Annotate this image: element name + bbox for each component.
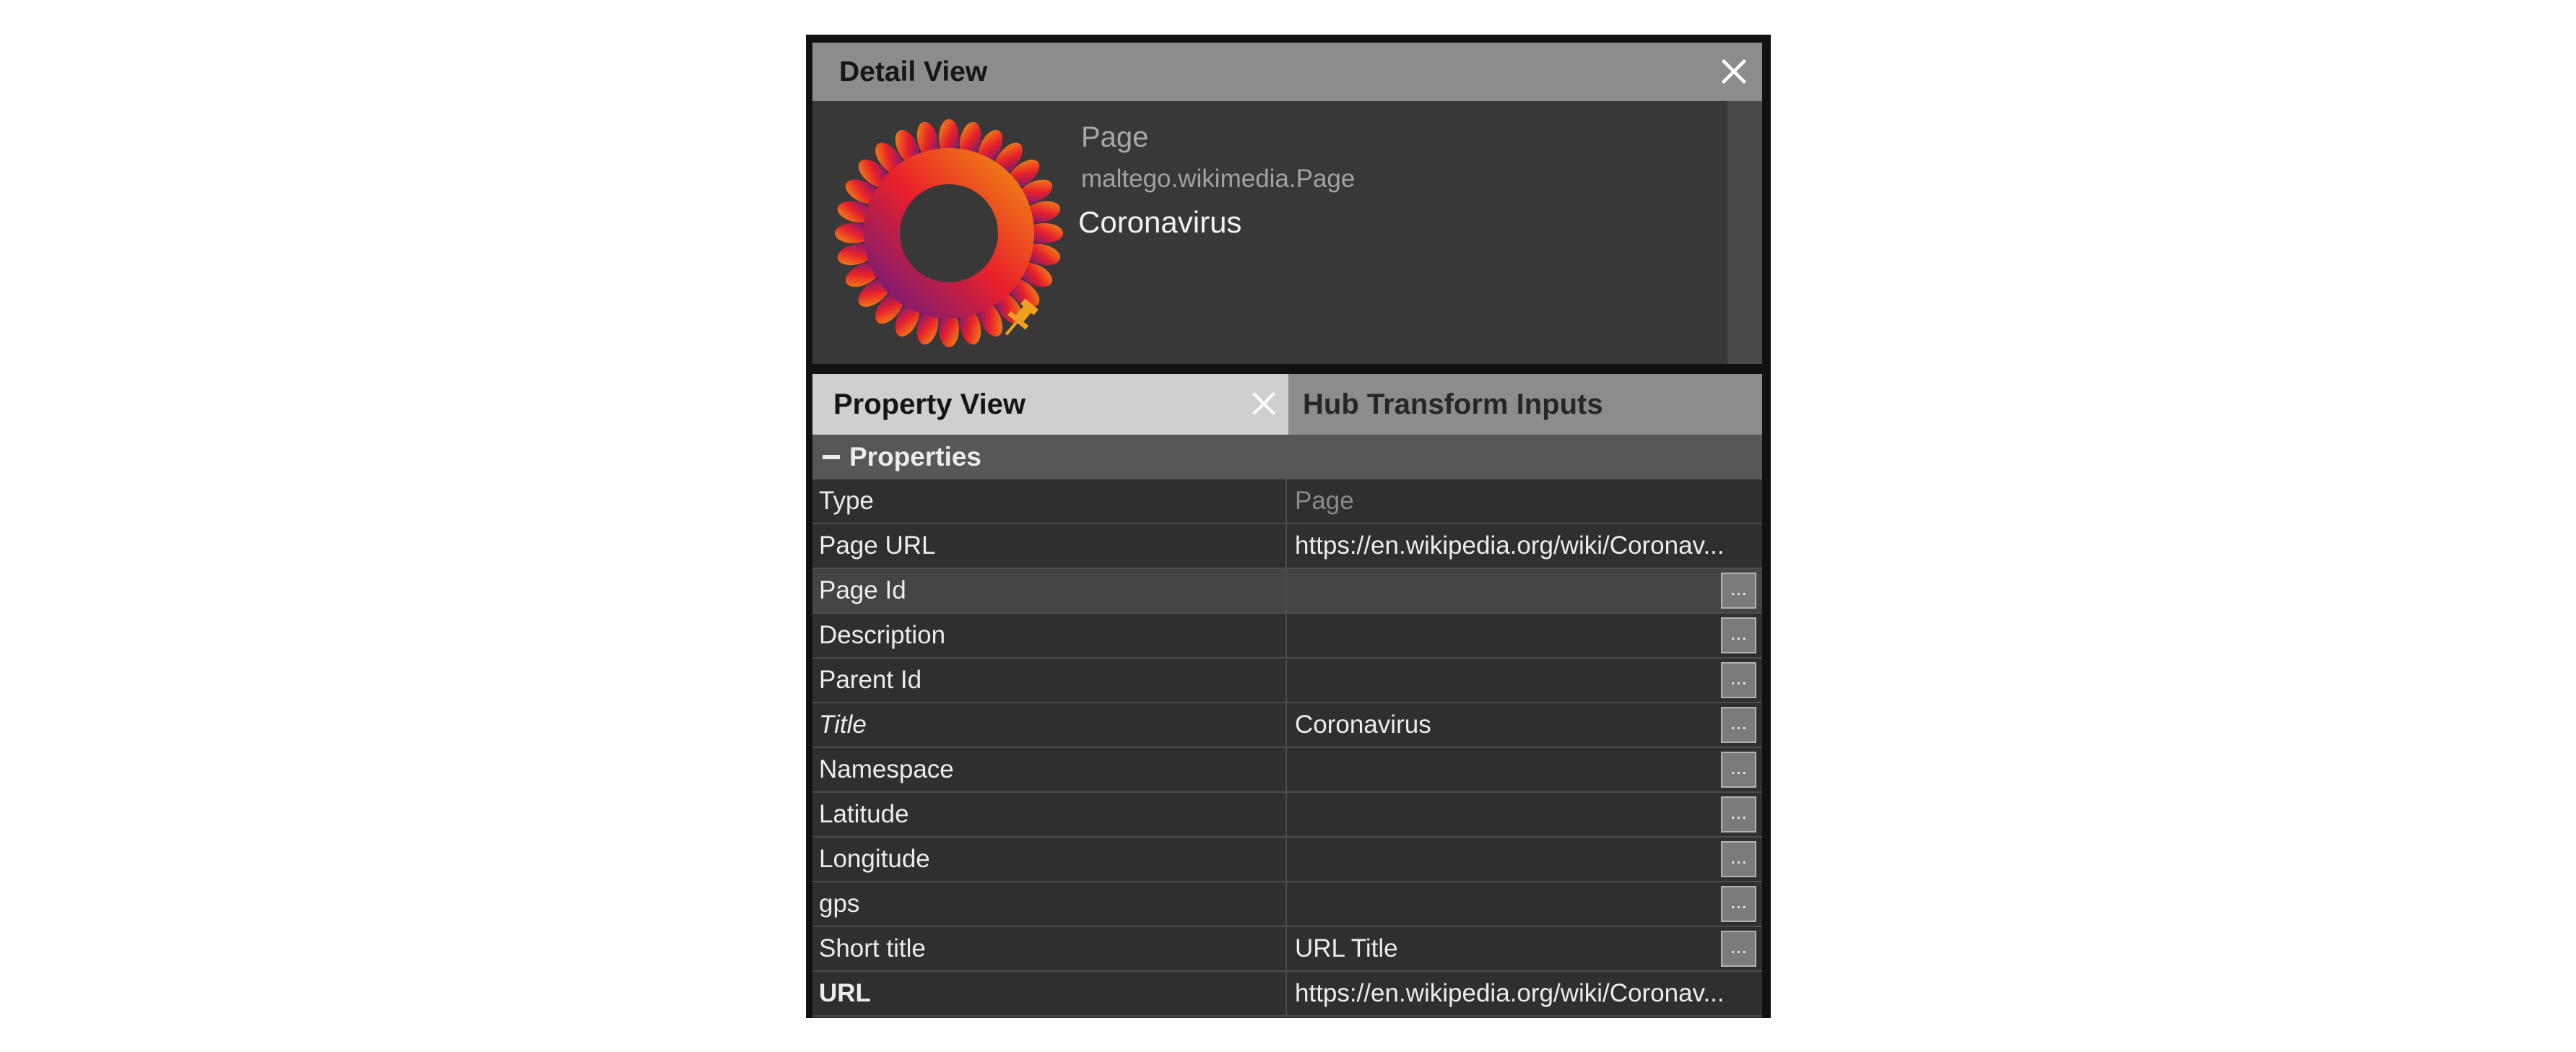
column-divider — [1285, 569, 1287, 612]
property-name: Page Id — [819, 576, 906, 604]
column-divider — [1285, 838, 1287, 881]
edit-property-button[interactable]: ... — [1721, 662, 1756, 698]
edit-property-button[interactable]: ... — [1721, 886, 1756, 922]
property-name: Longitude — [819, 845, 930, 873]
close-icon[interactable] — [1248, 388, 1280, 420]
property-grid: Type Page Page URL https://en.wikipedia.org… — [812, 479, 1762, 1018]
property-row[interactable]: Type Page — [812, 479, 1762, 524]
edit-property-button[interactable]: ... — [1721, 573, 1756, 609]
column-divider — [1285, 658, 1287, 702]
edit-property-button[interactable]: ... — [1721, 707, 1756, 743]
property-name: gps — [819, 890, 860, 918]
detail-view-title: Detail View — [839, 56, 988, 87]
property-name: Description — [819, 621, 946, 649]
property-row[interactable]: Description... — [812, 614, 1762, 658]
entity-value: Coronavirus — [1078, 205, 1242, 239]
tab-property-view[interactable]: Property View — [812, 374, 1288, 435]
property-name: Title — [819, 710, 867, 739]
property-value[interactable]: https://en.wikipedia.org/wiki/Coronav... — [1295, 524, 1757, 568]
property-value[interactable]: URL Title — [1295, 927, 1757, 970]
properties-section-label: Properties — [849, 442, 982, 471]
property-row[interactable]: Page Id... — [812, 569, 1762, 614]
property-row[interactable]: gps... — [812, 882, 1762, 927]
column-divider — [1285, 703, 1287, 747]
wikimedia-flower-icon — [835, 119, 1063, 347]
property-name: Short title — [819, 934, 926, 962]
collapse-icon[interactable] — [823, 455, 840, 459]
properties-section-header[interactable]: Properties — [812, 435, 1762, 479]
detail-view-body: Page maltego.wikimedia.Page Coronavirus — [812, 101, 1762, 364]
property-name: Type — [819, 487, 874, 515]
property-row[interactable]: Title Coronavirus... — [812, 703, 1762, 748]
edit-property-button[interactable]: ... — [1721, 752, 1756, 788]
column-divider — [1285, 882, 1287, 926]
edit-property-button[interactable]: ... — [1721, 796, 1756, 833]
property-row[interactable]: Longitude... — [812, 838, 1762, 882]
detail-view-header: Detail View — [812, 43, 1762, 101]
property-name: URL — [819, 979, 871, 1007]
edit-property-button[interactable]: ... — [1721, 617, 1756, 653]
column-divider — [1285, 748, 1287, 791]
property-tabs: Property View Hub Transform Inputs — [812, 374, 1762, 435]
column-divider — [1285, 614, 1287, 657]
entity-type-label: Page — [1081, 121, 1149, 153]
edit-property-button[interactable]: ... — [1721, 841, 1756, 877]
property-row[interactable]: Short title URL Title... — [812, 927, 1762, 972]
entity-type-id: maltego.wikimedia.Page — [1081, 165, 1356, 193]
property-row[interactable]: Parent Id... — [812, 658, 1762, 703]
tab-property-view-label: Property View — [833, 388, 1026, 420]
property-name: Latitude — [819, 800, 909, 828]
column-divider — [1285, 793, 1287, 836]
column-divider — [1285, 479, 1287, 523]
detail-view-scrollbar[interactable] — [1727, 101, 1762, 364]
tab-hub-transform-inputs-label: Hub Transform Inputs — [1303, 388, 1603, 420]
property-name: Page URL — [819, 531, 936, 560]
edit-property-button[interactable]: ... — [1721, 931, 1756, 967]
property-row[interactable]: Namespace... — [812, 748, 1762, 793]
column-divider — [1285, 524, 1287, 568]
property-name: Namespace — [819, 755, 954, 783]
property-row[interactable]: Page URL https://en.wikipedia.org/wiki/Co… — [812, 524, 1762, 569]
property-value[interactable]: Page — [1295, 479, 1757, 523]
column-divider — [1285, 972, 1287, 1015]
property-name: Parent Id — [819, 666, 922, 694]
close-icon[interactable] — [1717, 55, 1751, 88]
property-value[interactable]: https://en.wikipedia.org/wiki/Coronav... — [1295, 972, 1757, 1015]
column-divider — [1285, 927, 1287, 970]
property-row[interactable]: Latitude... — [812, 793, 1762, 838]
tab-hub-transform-inputs[interactable]: Hub Transform Inputs — [1288, 374, 1762, 435]
property-row[interactable]: URL https://en.wikipedia.org/wiki/Coronav… — [812, 972, 1762, 1017]
property-value[interactable]: Coronavirus — [1295, 703, 1757, 747]
